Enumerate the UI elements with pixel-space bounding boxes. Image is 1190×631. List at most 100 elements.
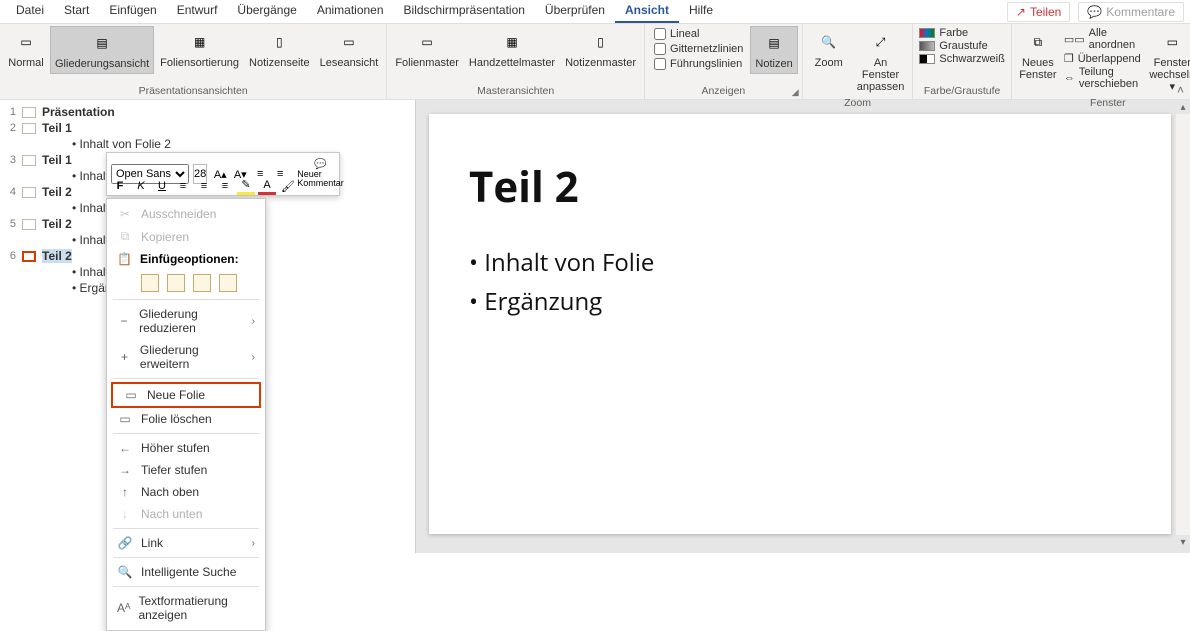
- outline-title: Teil 1: [42, 121, 72, 135]
- group-label: Farbe/Graustufe: [917, 84, 1006, 97]
- bold-icon[interactable]: F: [111, 177, 129, 195]
- show-formatting-menuitem[interactable]: AᴬTextformatierung anzeigen: [107, 590, 265, 626]
- paste-option-3[interactable]: [193, 274, 211, 292]
- delete-slide-menuitem[interactable]: ▭Folie löschen: [107, 408, 265, 430]
- group-zoom: 🔍Zoom ⤢An Fenster anpassen Zoom: [803, 24, 914, 99]
- scroll-down-icon[interactable]: ▾: [1176, 535, 1190, 549]
- share-button[interactable]: ↗Teilen: [1007, 2, 1070, 22]
- link-menuitem[interactable]: 🔗Link›: [107, 532, 265, 554]
- slide-bullet: Inhalt von Folie: [469, 243, 1131, 282]
- new-slide-icon: ▭: [123, 388, 139, 402]
- smart-lookup-menuitem[interactable]: 🔍Intelligente Suche: [107, 561, 265, 583]
- paste-option-2[interactable]: [167, 274, 185, 292]
- tab-animationen[interactable]: Animationen: [307, 0, 394, 23]
- outline-sub-text: • Inhalt von Folie 2: [42, 137, 171, 151]
- normal-view-button[interactable]: ▭Normal: [4, 26, 48, 72]
- comments-button[interactable]: 💬Kommentare: [1078, 2, 1184, 22]
- ruler-checkbox[interactable]: Lineal: [651, 27, 746, 41]
- reading-view-button[interactable]: ▭Leseansicht: [316, 26, 383, 72]
- zoom-button[interactable]: 🔍Zoom: [807, 26, 851, 72]
- slide-preview: Teil 2 Inhalt von Folie Ergänzung: [429, 114, 1171, 534]
- tab-einfügen[interactable]: Einfügen: [99, 0, 166, 23]
- group-label: Präsentationsansichten: [4, 84, 382, 97]
- tab-bildschirmpräsentation[interactable]: Bildschirmpräsentation: [394, 0, 535, 23]
- guides-checkbox[interactable]: Führungslinien: [651, 57, 746, 71]
- tab-ansicht[interactable]: Ansicht: [615, 0, 679, 23]
- format-painter-icon[interactable]: 🖌: [279, 177, 297, 195]
- slide-thumb-icon: [22, 155, 36, 166]
- slide-body: Inhalt von Folie Ergänzung: [469, 243, 1131, 321]
- highlight-icon[interactable]: ✎: [237, 177, 255, 195]
- outline-title: Teil 1: [42, 153, 72, 167]
- new-window-button[interactable]: ⧉Neues Fenster: [1016, 26, 1060, 84]
- arrow-right-icon: →: [117, 463, 133, 477]
- paste-option-4[interactable]: [219, 274, 237, 292]
- zoom-icon: 🔍: [816, 29, 842, 55]
- vertical-scrollbar[interactable]: ▴ ▾: [1176, 100, 1190, 549]
- arrow-left-icon: ←: [117, 441, 133, 455]
- slide-thumb-icon: [22, 107, 36, 118]
- italic-icon[interactable]: K: [132, 177, 150, 195]
- blackwhite-button[interactable]: Schwarzweiß: [919, 53, 1004, 65]
- tab-übergänge[interactable]: Übergänge: [227, 0, 306, 23]
- arrow-down-icon: ↓: [117, 507, 133, 521]
- new-comment-button[interactable]: 💬 Neuer Kommentar: [297, 160, 344, 188]
- outline-sub-row[interactable]: • Inhalt von Folie 2: [0, 136, 415, 152]
- align-center-icon[interactable]: ≡: [195, 177, 213, 195]
- move-up-menuitem[interactable]: ↑Nach oben: [107, 481, 265, 503]
- notes-page-button[interactable]: ▯Notizenseite: [245, 26, 314, 72]
- outline-slide-row[interactable]: 2 Teil 1: [0, 120, 415, 136]
- grayscale-button[interactable]: Graustufe: [919, 40, 1004, 52]
- cut-menuitem[interactable]: ✂Ausschneiden: [107, 203, 265, 225]
- outline-slide-row[interactable]: 1Präsentation: [0, 104, 415, 120]
- move-split-button[interactable]: ⇔Teilung verschieben: [1064, 66, 1141, 90]
- tab-hilfe[interactable]: Hilfe: [679, 0, 723, 23]
- cascade-button[interactable]: ❐Überlappend: [1064, 52, 1141, 65]
- tab-datei[interactable]: Datei: [6, 0, 54, 23]
- new-slide-menuitem[interactable]: ▭Neue Folie: [113, 384, 259, 406]
- outline-icon: ▤: [89, 30, 115, 56]
- ribbon: ▭Normal ▤Gliederungsansicht ▦Foliensorti…: [0, 24, 1190, 100]
- gridlines-checkbox[interactable]: Gitternetzlinien: [651, 42, 746, 56]
- fit-icon: ⤢: [868, 29, 894, 55]
- sorter-icon: ▦: [187, 29, 213, 55]
- paste-option-1[interactable]: [141, 274, 159, 292]
- arrange-all-button[interactable]: ▭▭Alle anordnen: [1064, 27, 1141, 51]
- tab-start[interactable]: Start: [54, 0, 99, 23]
- notes-button[interactable]: ▤Notizen: [750, 26, 797, 74]
- font-color-icon[interactable]: A: [258, 177, 276, 195]
- align-right-icon[interactable]: ≡: [216, 177, 234, 195]
- gray-icon: [919, 41, 935, 51]
- notesmaster-icon: ▯: [588, 29, 614, 55]
- handoutmaster-icon: ▦: [499, 29, 525, 55]
- slide-master-button[interactable]: ▭Folienmaster: [391, 26, 463, 72]
- align-left-icon[interactable]: ≡: [174, 177, 192, 195]
- copy-menuitem[interactable]: ⧉Kopieren: [107, 225, 265, 248]
- move-down-menuitem[interactable]: ↓Nach unten: [107, 503, 265, 525]
- outline-view-button[interactable]: ▤Gliederungsansicht: [50, 26, 154, 74]
- tab-überprüfen[interactable]: Überprüfen: [535, 0, 615, 23]
- cut-icon: ✂: [117, 207, 133, 221]
- arrow-up-icon: ↑: [117, 485, 133, 499]
- promote-menuitem[interactable]: ←Höher stufen: [107, 437, 265, 459]
- fit-window-button[interactable]: ⤢An Fenster anpassen: [853, 26, 909, 96]
- group-master-views: ▭Folienmaster ▦Handzettelmaster ▯Notizen…: [387, 24, 645, 99]
- outline-number: 2: [6, 122, 16, 134]
- scroll-up-icon[interactable]: ▴: [1176, 100, 1190, 114]
- tab-entwurf[interactable]: Entwurf: [167, 0, 228, 23]
- notes-master-button[interactable]: ▯Notizenmaster: [561, 26, 640, 72]
- collapse-ribbon-button[interactable]: ˄: [1177, 83, 1184, 97]
- slide-sorter-button[interactable]: ▦Foliensortierung: [156, 26, 243, 72]
- underline-icon[interactable]: U: [153, 177, 171, 195]
- handout-master-button[interactable]: ▦Handzettelmaster: [465, 26, 559, 72]
- expand-outline-menuitem[interactable]: +Gliederung erweitern›: [107, 339, 265, 375]
- outline-number: 1: [6, 106, 16, 118]
- demote-menuitem[interactable]: →Tiefer stufen: [107, 459, 265, 481]
- outline-title: Teil 2: [42, 249, 72, 263]
- dialog-launcher-icon[interactable]: ◢: [792, 87, 799, 98]
- slide-thumb-icon: [22, 187, 36, 198]
- color-button[interactable]: Farbe: [919, 27, 1004, 39]
- scroll-track[interactable]: [1176, 114, 1190, 535]
- collapse-outline-menuitem[interactable]: −Gliederung reduzieren›: [107, 303, 265, 339]
- slide-title: Teil 2: [469, 158, 1131, 215]
